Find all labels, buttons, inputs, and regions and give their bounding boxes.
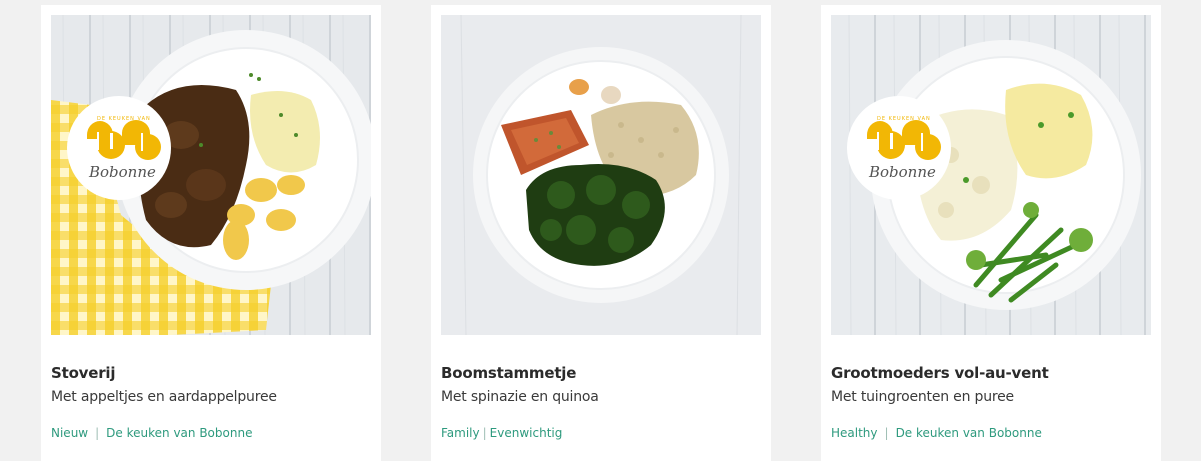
meal-subtitle: Met tuingroenten en puree xyxy=(831,389,1014,405)
meal-tags: Nieuw | De keuken van Bobonne xyxy=(51,426,252,440)
meal-tags: Family | Evenwichtig xyxy=(441,426,562,440)
tag-link[interactable]: Family xyxy=(441,426,480,440)
tag-separator: | xyxy=(884,426,889,440)
tag-link[interactable]: Evenwichtig xyxy=(490,426,563,440)
badge-small-text: DE KEUKEN VAN xyxy=(97,116,151,122)
meal-subtitle: Met appeltjes en aardappelpuree xyxy=(51,389,277,405)
meal-card-boomstammetje[interactable]: Boomstammetje Met spinazie en quinoa Fam… xyxy=(431,5,771,461)
meal-tags: Healthy | De keuken van Bobonne xyxy=(831,426,1042,440)
tag-link[interactable]: De keuken van Bobonne xyxy=(896,426,1042,440)
meal-subtitle: Met spinazie en quinoa xyxy=(441,389,599,405)
badge-script-text: Bobonne xyxy=(868,163,936,181)
tag-link[interactable]: Healthy xyxy=(831,426,878,440)
tag-separator: | xyxy=(95,426,100,440)
badge-script-text: Bobonne xyxy=(88,163,156,181)
tag-link[interactable]: De keuken van Bobonne xyxy=(106,426,252,440)
tag-separator: | xyxy=(482,426,487,440)
meal-image xyxy=(441,15,761,335)
meal-title[interactable]: Stoverij xyxy=(51,364,116,382)
tag-link[interactable]: Nieuw xyxy=(51,426,88,440)
meal-image: DE KEUKEN VAN Bobonne xyxy=(831,15,1151,335)
meal-photo-vol-au-vent[interactable]: DE KEUKEN VAN Bobonne xyxy=(831,15,1151,335)
meal-image: DE KEUKEN VAN Bobonne xyxy=(51,15,371,335)
meal-card-grootmoeders-vol-au-vent[interactable]: DE KEUKEN VAN Bobonne Grootmoeders vol-a… xyxy=(821,5,1161,461)
meal-title[interactable]: Grootmoeders vol-au-vent xyxy=(831,364,1049,382)
badge-small-text: DE KEUKEN VAN xyxy=(877,116,931,122)
meal-photo-stoverij[interactable]: DE KEUKEN VAN Bobonne xyxy=(51,15,371,335)
meal-photo-boomstammetje[interactable] xyxy=(441,15,761,335)
meal-card-stoverij[interactable]: DE KEUKEN VAN Bobonne Stoverij Met appel… xyxy=(41,5,381,461)
meal-title[interactable]: Boomstammetje xyxy=(441,364,576,382)
